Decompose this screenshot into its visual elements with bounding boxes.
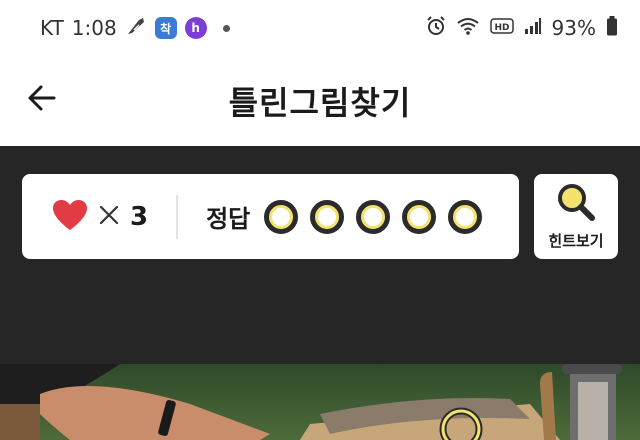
game-photo[interactable] xyxy=(0,364,640,440)
lives-count: 3 xyxy=(130,201,149,232)
hd-icon: HD xyxy=(489,16,514,40)
lives-indicator: 3 xyxy=(52,199,148,235)
answer-label: 정답 xyxy=(206,205,251,233)
divider xyxy=(176,194,179,239)
app-icon-blue: 착 xyxy=(154,17,177,39)
back-button[interactable] xyxy=(24,78,64,118)
answer-slot xyxy=(448,199,483,234)
answer-slot xyxy=(310,199,345,234)
feather-icon xyxy=(125,15,147,42)
back-arrow-icon xyxy=(24,85,64,122)
heart-icon xyxy=(52,199,88,235)
clock-time: 1:08 xyxy=(71,16,117,40)
status-bar: KT 1:08 착 h HD 93% xyxy=(0,0,640,56)
answer-slot xyxy=(402,199,437,234)
app-icon-purple: h xyxy=(184,17,207,39)
magnifier-icon xyxy=(556,182,596,226)
photo-scene xyxy=(0,364,640,440)
battery-icon xyxy=(606,15,618,42)
wifi-icon xyxy=(456,16,480,41)
status-right: HD 93% xyxy=(426,15,618,42)
hint-label: 힌트보기 xyxy=(548,232,604,250)
game-panel: 3 정답 힌트보기 xyxy=(0,146,640,364)
alarm-icon xyxy=(426,15,446,41)
notification-dot-icon xyxy=(222,24,230,32)
signal-icon xyxy=(524,16,542,40)
app-header: 틀린그림찾기 xyxy=(0,56,640,146)
carrier-label: KT xyxy=(40,16,64,40)
answer-slots xyxy=(264,199,483,234)
page-title: 틀린그림찾기 xyxy=(228,84,412,122)
multiply-icon xyxy=(98,204,120,230)
answer-slot xyxy=(264,199,299,234)
battery-percent: 93% xyxy=(551,16,596,40)
answer-slot xyxy=(356,199,391,234)
score-panel: 3 정답 xyxy=(22,174,519,259)
status-left: KT 1:08 착 h xyxy=(40,15,230,42)
hint-button[interactable]: 힌트보기 xyxy=(534,174,618,259)
svg-text:HD: HD xyxy=(494,23,509,33)
